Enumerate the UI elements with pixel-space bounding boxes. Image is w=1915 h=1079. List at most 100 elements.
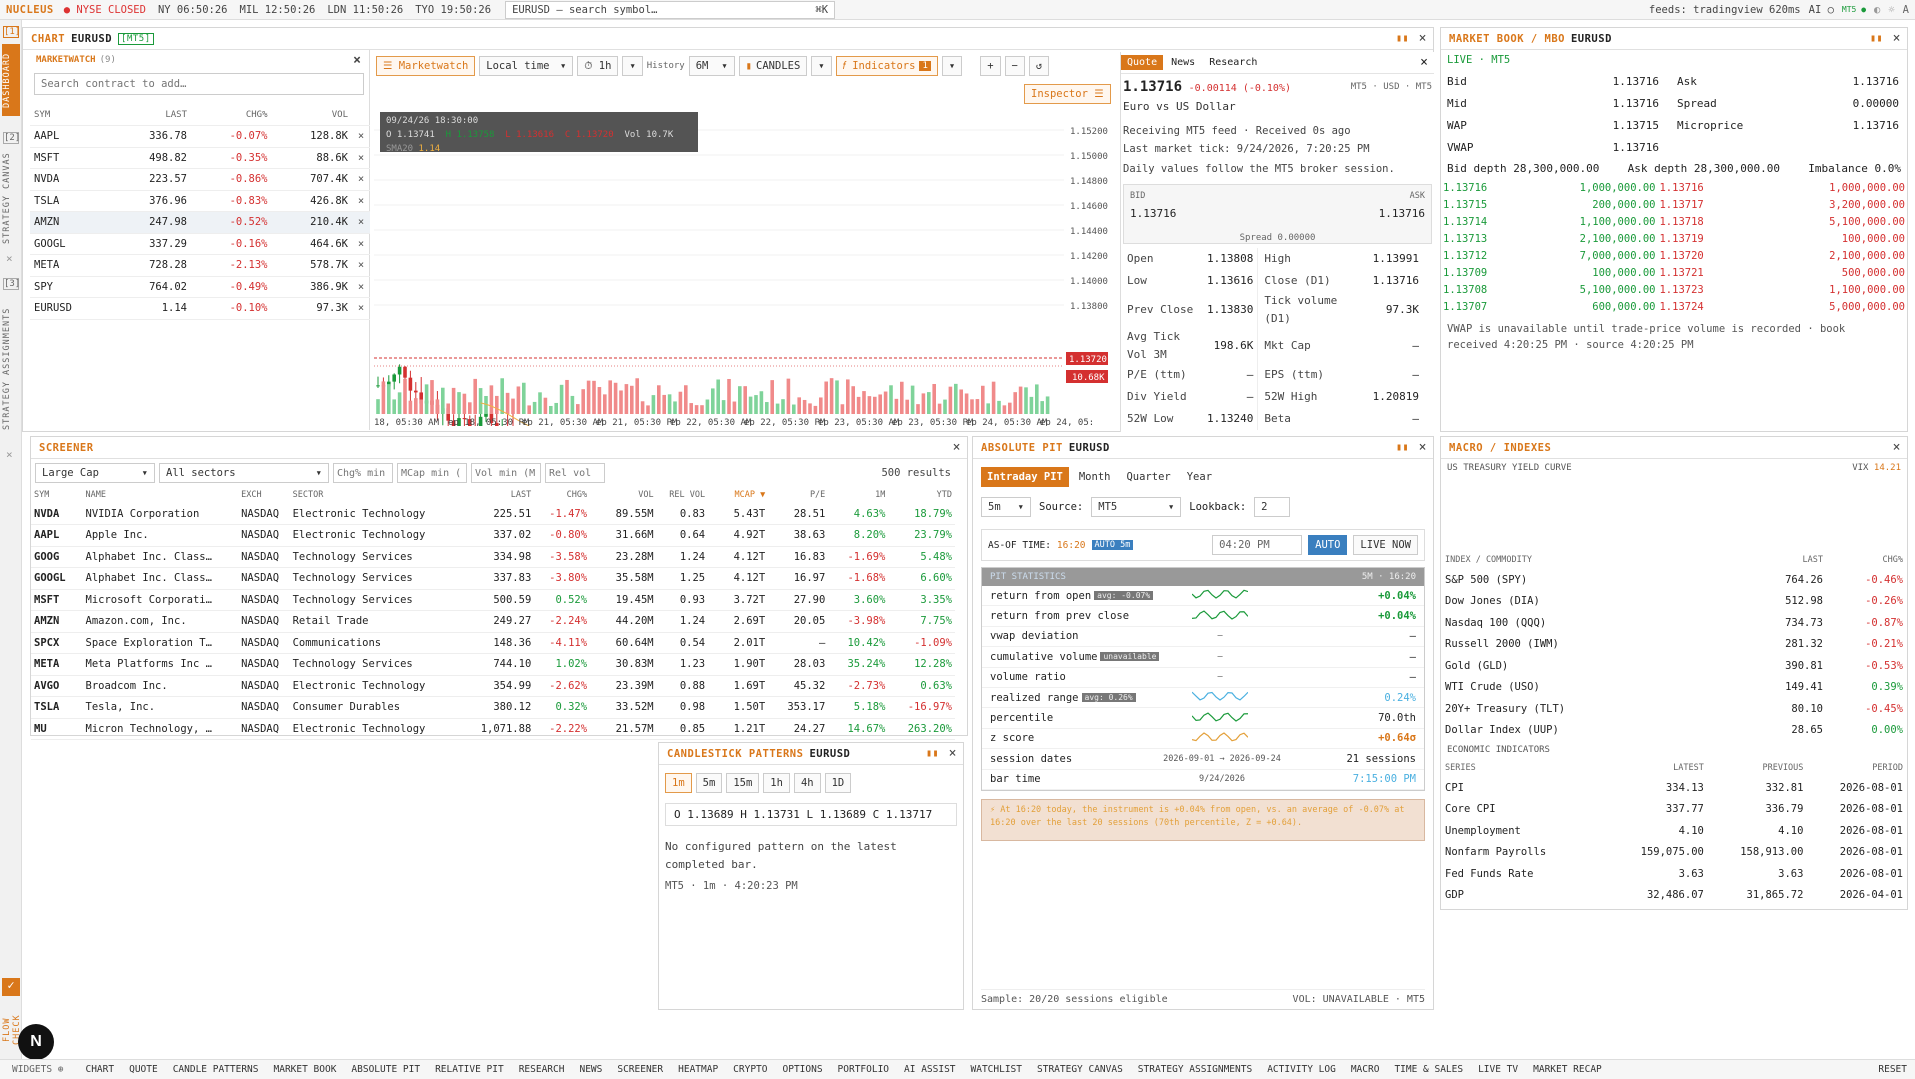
indicators-button[interactable]: 𝑓 Indicators 1 bbox=[835, 56, 938, 76]
pin-icon[interactable]: ▮▮ bbox=[1396, 33, 1409, 44]
chevron-down-icon[interactable]: ▾ bbox=[941, 56, 963, 76]
col-header[interactable]: MCAP ▼ bbox=[708, 487, 768, 503]
close-icon[interactable]: × bbox=[352, 125, 370, 148]
watchlist-row[interactable]: AAPL 336.78 -0.07% 128.8K × bbox=[30, 125, 370, 148]
watchlist-row[interactable]: SPY 764.02 -0.49% 386.9K × bbox=[30, 276, 370, 298]
marketwatch-toggle-button[interactable]: ☰ Marketwatch bbox=[376, 56, 476, 76]
close-icon[interactable]: × bbox=[6, 448, 13, 461]
index-row[interactable]: Gold (GLD) 390.81 -0.53% bbox=[1445, 655, 1903, 677]
close-icon[interactable]: × bbox=[353, 53, 361, 68]
dock-item-watchlist[interactable]: WATCHLIST bbox=[971, 1064, 1022, 1075]
reset-button[interactable]: RESET bbox=[1878, 1064, 1907, 1075]
contract-search-input[interactable] bbox=[34, 73, 364, 95]
pit-tab[interactable]: Intraday PIT bbox=[981, 467, 1069, 487]
index-row[interactable]: 20Y+ Treasury (TLT) 80.10 -0.45% bbox=[1445, 698, 1903, 720]
pin-icon[interactable]: ▮▮ bbox=[926, 748, 939, 759]
workspace-number-1[interactable]: [1] bbox=[3, 26, 20, 38]
close-icon[interactable]: × bbox=[1419, 31, 1427, 46]
economic-row[interactable]: CPI 334.13 332.81 2026-08-01 bbox=[1445, 777, 1903, 799]
table-row[interactable]: TSLA Tesla, Inc. NASDAQ Consumer Durables 38… bbox=[31, 696, 955, 719]
col-header[interactable]: EXCH bbox=[238, 487, 290, 503]
inspector-button[interactable]: Inspector ☰ bbox=[1024, 84, 1111, 104]
close-icon[interactable]: × bbox=[953, 440, 961, 455]
timeframe-tab-1D[interactable]: 1D bbox=[824, 773, 852, 793]
chevron-down-icon[interactable]: ▾ bbox=[811, 56, 832, 76]
workspace-tab-strategy-assignments[interactable]: STRATEGY ASSIGNMENTS bbox=[2, 294, 20, 444]
close-icon[interactable]: × bbox=[1893, 440, 1901, 455]
dock-item-chart[interactable]: CHART bbox=[85, 1064, 114, 1075]
timeframe-tab-1m[interactable]: 1m bbox=[665, 773, 692, 793]
index-row[interactable]: Dollar Index (UUP) 28.65 0.00% bbox=[1445, 720, 1903, 742]
table-row[interactable]: AAPL Apple Inc. NASDAQ Electronic Technolog… bbox=[31, 524, 955, 547]
economic-row[interactable]: GDP 32,486.07 31,865.72 2026-04-01 bbox=[1445, 885, 1903, 907]
table-row[interactable]: AMZN Amazon.com, Inc. NASDAQ Retail Trade 24… bbox=[31, 610, 955, 633]
asof-time-input[interactable]: 04:20 PM bbox=[1212, 535, 1303, 555]
tab-quote[interactable]: Quote bbox=[1121, 55, 1164, 70]
col-header[interactable]: SECTOR bbox=[290, 487, 462, 503]
candles-button[interactable]: ▮ CANDLES bbox=[738, 56, 808, 76]
close-icon[interactable]: × bbox=[949, 746, 957, 761]
dock-item-news[interactable]: NEWS bbox=[579, 1064, 602, 1075]
table-row[interactable]: GOOG Alphabet Inc. Class… NASDAQ Technology… bbox=[31, 546, 955, 568]
price-chart[interactable]: 1.15200 1.15000 1.14800 1.14600 1.14400 1.142… bbox=[374, 108, 1114, 938]
tab-research[interactable]: Research bbox=[1203, 55, 1263, 70]
symbol-search[interactable]: EURUSD — search symbol… ⌘K bbox=[505, 0, 836, 19]
pin-icon[interactable]: ▮▮ bbox=[1396, 442, 1409, 453]
timeframe-tab-4h[interactable]: 4h bbox=[793, 773, 821, 793]
dock-item-quote[interactable]: QUOTE bbox=[129, 1064, 158, 1075]
economic-row[interactable]: Core CPI 337.77 336.79 2026-08-01 bbox=[1445, 799, 1903, 821]
close-icon[interactable]: × bbox=[352, 254, 370, 277]
close-icon[interactable]: × bbox=[352, 297, 370, 320]
dock-item-research[interactable]: RESEARCH bbox=[519, 1064, 565, 1075]
dock-item-market-book[interactable]: MARKET BOOK bbox=[274, 1064, 337, 1075]
assistant-avatar[interactable]: N bbox=[18, 1024, 54, 1060]
col-header[interactable]: SYM bbox=[31, 487, 83, 503]
theme-icon[interactable]: ☼ bbox=[1888, 4, 1894, 16]
dock-item-absolute-pit[interactable]: ABSOLUTE PIT bbox=[351, 1064, 420, 1075]
col-header[interactable]: 1M bbox=[828, 487, 888, 503]
workspace-number-2[interactable]: [2] bbox=[3, 132, 20, 144]
dock-item-time-sales[interactable]: TIME & SALES bbox=[1394, 1064, 1463, 1075]
economic-row[interactable]: Nonfarm Payrolls 159,075.00 158,913.00 2026… bbox=[1445, 842, 1903, 864]
watchlist-row[interactable]: TSLA 376.96 -0.83% 426.8K × bbox=[30, 190, 370, 212]
globe-icon[interactable]: ◐ bbox=[1874, 4, 1880, 16]
timeframe-tab-1h[interactable]: 1h bbox=[763, 773, 790, 793]
watchlist-row[interactable]: AMZN 247.98 -0.52% 210.4K × bbox=[30, 211, 370, 234]
cap-select[interactable]: Large Cap ▾ bbox=[35, 463, 155, 483]
source-select[interactable]: MT5 ▾ bbox=[1091, 497, 1182, 517]
dock-item-candle-patterns[interactable]: CANDLE PATTERNS bbox=[173, 1064, 259, 1075]
dock-item-relative-pit[interactable]: RELATIVE PIT bbox=[435, 1064, 504, 1075]
pit-tab[interactable]: Month bbox=[1072, 467, 1117, 487]
reset-view-icon[interactable]: ↺ bbox=[1028, 56, 1050, 76]
dock-item-live-tv[interactable]: LIVE TV bbox=[1478, 1064, 1518, 1075]
workspace-number-3[interactable]: [3] bbox=[3, 278, 20, 290]
lookback-input[interactable]: 2 bbox=[1254, 497, 1291, 517]
checkbox-icon[interactable]: ✓ bbox=[2, 978, 20, 996]
watchlist-row[interactable]: MSFT 498.82 -0.35% 88.6K × bbox=[30, 147, 370, 169]
flow-check-tab[interactable]: FLOW CHECK bbox=[2, 1000, 22, 1060]
col-header[interactable]: CHG% bbox=[534, 487, 590, 503]
table-row[interactable]: MSFT Microsoft Corporati… NASDAQ Technology… bbox=[31, 589, 955, 611]
close-icon[interactable]: × bbox=[352, 211, 370, 234]
index-row[interactable]: Russell 2000 (IWM) 281.32 -0.21% bbox=[1445, 634, 1903, 656]
close-icon[interactable]: × bbox=[352, 147, 370, 169]
dock-item-macro[interactable]: MACRO bbox=[1351, 1064, 1380, 1075]
pit-tab[interactable]: Year bbox=[1180, 467, 1219, 487]
timeframe-tab-15m[interactable]: 15m bbox=[726, 773, 760, 793]
index-row[interactable]: Nasdaq 100 (QQQ) 734.73 -0.87% bbox=[1445, 612, 1903, 634]
dock-item-strategy-assignments[interactable]: STRATEGY ASSIGNMENTS bbox=[1138, 1064, 1252, 1075]
sector-select[interactable]: All sectors ▾ bbox=[159, 463, 329, 483]
col-header[interactable]: LAST bbox=[461, 487, 534, 503]
index-row[interactable]: WTI Crude (USO) 149.41 0.39% bbox=[1445, 677, 1903, 699]
zoom-in-icon[interactable]: + bbox=[980, 56, 1001, 76]
ai-status[interactable]: AI ○ bbox=[1809, 4, 1834, 16]
workspace-tab-dashboard[interactable]: DASHBOARD bbox=[2, 44, 20, 116]
auto-button[interactable]: AUTO bbox=[1308, 535, 1348, 555]
table-row[interactable]: NVDA NVIDIA Corporation NASDAQ Electronic T… bbox=[31, 503, 955, 525]
index-row[interactable]: S&P 500 (SPY) 764.26 -0.46% bbox=[1445, 569, 1903, 591]
interval-select[interactable]: 5m ▾ bbox=[981, 497, 1031, 517]
economic-row[interactable]: Unemployment 4.10 4.10 2026-08-01 bbox=[1445, 820, 1903, 842]
dock-item-heatmap[interactable]: HEATMAP bbox=[678, 1064, 718, 1075]
table-row[interactable]: GOOGL Alphabet Inc. Class… NASDAQ Technolog… bbox=[31, 567, 955, 590]
economic-row[interactable]: Fed Funds Rate 3.63 3.63 2026-08-01 bbox=[1445, 863, 1903, 885]
